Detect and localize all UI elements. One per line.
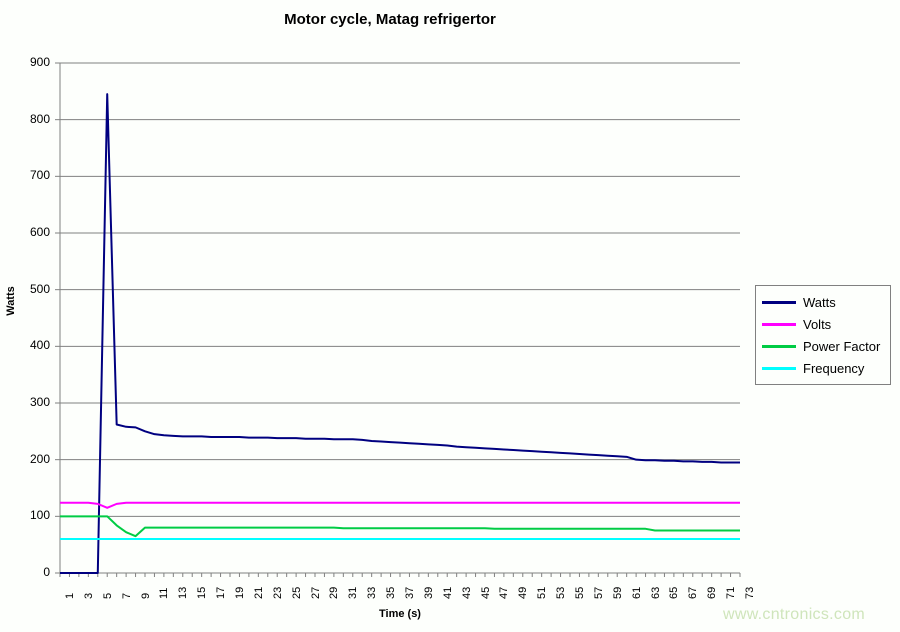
y-tick-label: 800 <box>29 111 50 126</box>
data-series-layer <box>60 93 740 574</box>
x-tick-label: 43 <box>460 586 473 599</box>
y-tick-label: 500 <box>29 281 50 296</box>
legend-swatch-icon <box>762 344 796 348</box>
x-tick-label: 1 <box>64 592 76 599</box>
legend-item-label: Watts <box>803 294 836 310</box>
x-tick-label: 3 <box>82 592 95 599</box>
series-line-volts <box>60 501 740 509</box>
legend-swatch-icon <box>762 300 796 304</box>
axes <box>59 63 740 574</box>
legend-swatch-icon <box>762 366 796 370</box>
x-tick-label: 39 <box>422 586 435 599</box>
x-tick-label: 19 <box>234 586 246 599</box>
x-tick-label: 45 <box>479 586 492 599</box>
chart-legend: Watts Volts Power Factor Frequency <box>755 285 891 385</box>
legend-item-label: Volts <box>803 316 832 332</box>
x-tick-label: 37 <box>404 586 416 599</box>
x-tick-label: 7 <box>120 592 133 599</box>
x-tick-label: 65 <box>668 586 681 599</box>
x-tick-label: 25 <box>290 586 303 599</box>
series-line-power-factor <box>60 515 740 538</box>
x-tick-label: 13 <box>177 586 190 599</box>
legend-item-volts[interactable]: Volts <box>756 313 890 335</box>
y-tick-label: 100 <box>29 508 50 523</box>
x-tick-label: 23 <box>271 586 284 599</box>
x-tick-label: 21 <box>252 586 265 599</box>
x-tick-label: 57 <box>592 586 605 599</box>
x-tick-label: 55 <box>574 586 586 599</box>
gridlines <box>60 62 740 517</box>
legend-item-frequency[interactable]: Frequency <box>756 357 890 379</box>
x-tick-label: 15 <box>196 586 209 599</box>
x-tick-label: 9 <box>139 592 152 599</box>
x-tick-label: 63 <box>649 586 662 599</box>
y-tick-label: 300 <box>29 395 50 409</box>
y-tick-label: 900 <box>29 55 50 69</box>
legend-swatch-icon <box>762 322 796 326</box>
y-tick-label: 700 <box>29 168 50 183</box>
x-tick-label: 11 <box>158 587 171 599</box>
x-tick-label: 35 <box>385 586 398 599</box>
x-tick-label: 53 <box>555 586 568 599</box>
y-tick-label: 0 <box>43 565 50 579</box>
x-tick-label: 59 <box>611 586 624 599</box>
axis-ticks <box>55 62 741 577</box>
y-tick-label: 400 <box>29 338 50 353</box>
x-tick-label: 71 <box>725 586 738 599</box>
legend-item-label: Frequency <box>803 360 865 376</box>
x-tick-label: 31 <box>347 586 360 599</box>
x-tick-label: 51 <box>536 586 549 599</box>
x-tick-label: 69 <box>706 586 719 599</box>
x-tick-label: 49 <box>517 586 530 599</box>
legend-item-label: Power Factor <box>803 338 881 354</box>
x-tick-label: 5 <box>101 592 114 599</box>
x-tick-label: 27 <box>309 586 322 599</box>
y-tick-label: 600 <box>29 225 50 239</box>
legend-item-watts[interactable]: Watts <box>756 291 890 313</box>
watermark-text: www.cntronics.com <box>723 606 866 623</box>
chart-container: Motor cycle, Matag refrigertor Watts Tim… <box>0 0 900 632</box>
x-tick-label: 47 <box>498 586 511 599</box>
y-tick-label: 200 <box>29 451 50 466</box>
x-tick-label: 29 <box>328 586 341 599</box>
x-tick-label: 73 <box>744 586 756 599</box>
x-tick-label: 17 <box>215 586 228 599</box>
x-tick-label: 41 <box>441 586 454 599</box>
legend-item-power-factor[interactable]: Power Factor <box>756 335 890 357</box>
x-tick-label: 33 <box>366 586 379 599</box>
x-tick-label: 67 <box>687 586 700 599</box>
x-tick-label: 61 <box>630 586 643 599</box>
series-line-watts <box>60 93 740 574</box>
